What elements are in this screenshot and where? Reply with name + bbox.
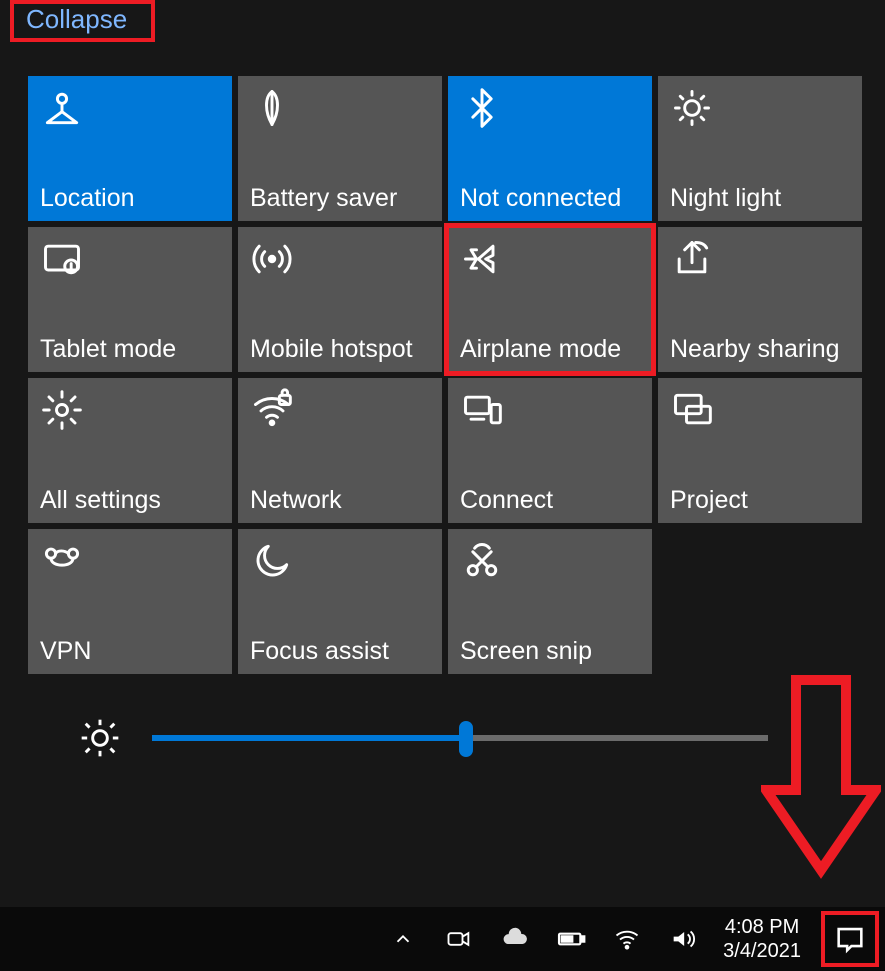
tray-overflow-icon[interactable] — [387, 923, 419, 955]
tile-label: All settings — [40, 486, 220, 515]
hotspot-icon — [250, 237, 294, 281]
tray-clock[interactable]: 4:08 PM 3/4/2021 — [723, 915, 801, 963]
nightlight-icon — [670, 86, 714, 130]
tile-network[interactable]: Network — [238, 378, 442, 523]
tile-night-light[interactable]: Night light — [658, 76, 862, 221]
wifi-icon[interactable] — [611, 923, 643, 955]
tile-airplane-mode[interactable]: Airplane mode — [448, 227, 652, 372]
tile-label: Focus assist — [250, 637, 430, 666]
tray-date: 3/4/2021 — [723, 939, 801, 963]
tile-label: Tablet mode — [40, 335, 220, 364]
tile-screen-snip[interactable]: Screen snip — [448, 529, 652, 674]
brightness-slider[interactable] — [152, 735, 768, 741]
bluetooth-icon — [460, 86, 504, 130]
share-icon — [670, 237, 714, 281]
tile-label: Battery saver — [250, 184, 430, 213]
annotation-arrow — [761, 670, 881, 880]
action-center-icon[interactable] — [825, 914, 875, 964]
tile-nearby-sharing[interactable]: Nearby sharing — [658, 227, 862, 372]
tile-label: Night light — [670, 184, 850, 213]
leaf-icon — [250, 86, 294, 130]
tablet-icon — [40, 237, 84, 281]
vpn-icon — [40, 539, 84, 583]
tile-all-settings[interactable]: All settings — [28, 378, 232, 523]
tile-label: VPN — [40, 637, 220, 666]
project-icon — [670, 388, 714, 432]
volume-icon[interactable] — [667, 923, 699, 955]
meet-now-icon[interactable] — [443, 923, 475, 955]
airplane-icon — [460, 237, 504, 281]
tile-tablet-mode[interactable]: Tablet mode — [28, 227, 232, 372]
tile-label: Network — [250, 486, 430, 515]
brightness-slider-row — [78, 716, 768, 760]
tile-label: Nearby sharing — [670, 335, 850, 364]
snip-icon — [460, 539, 504, 583]
onedrive-icon[interactable] — [499, 923, 531, 955]
tile-not-connected[interactable]: Not connected — [448, 76, 652, 221]
tile-connect[interactable]: Connect — [448, 378, 652, 523]
tile-label: Project — [670, 486, 850, 515]
tile-label: Connect — [460, 486, 640, 515]
tile-label: Mobile hotspot — [250, 335, 430, 364]
taskbar: 4:08 PM 3/4/2021 — [0, 907, 885, 971]
tile-label: Location — [40, 184, 220, 213]
brightness-icon — [78, 716, 122, 760]
tile-label: Airplane mode — [460, 335, 640, 364]
quick-actions-grid: Location Battery saver Not connected Night … — [28, 76, 862, 674]
tile-battery-saver[interactable]: Battery saver — [238, 76, 442, 221]
moon-icon — [250, 539, 294, 583]
tile-vpn[interactable]: VPN — [28, 529, 232, 674]
tile-label: Not connected — [460, 184, 640, 213]
connect-icon — [460, 388, 504, 432]
location-icon — [40, 86, 84, 130]
collapse-link[interactable]: Collapse — [18, 2, 135, 37]
tile-location[interactable]: Location — [28, 76, 232, 221]
tile-project[interactable]: Project — [658, 378, 862, 523]
tile-label: Screen snip — [460, 637, 640, 666]
wifi-locked-icon — [250, 388, 294, 432]
tray-time: 4:08 PM — [723, 915, 801, 939]
gear-icon — [40, 388, 84, 432]
battery-icon[interactable] — [555, 923, 587, 955]
tile-mobile-hotspot[interactable]: Mobile hotspot — [238, 227, 442, 372]
tile-focus-assist[interactable]: Focus assist — [238, 529, 442, 674]
